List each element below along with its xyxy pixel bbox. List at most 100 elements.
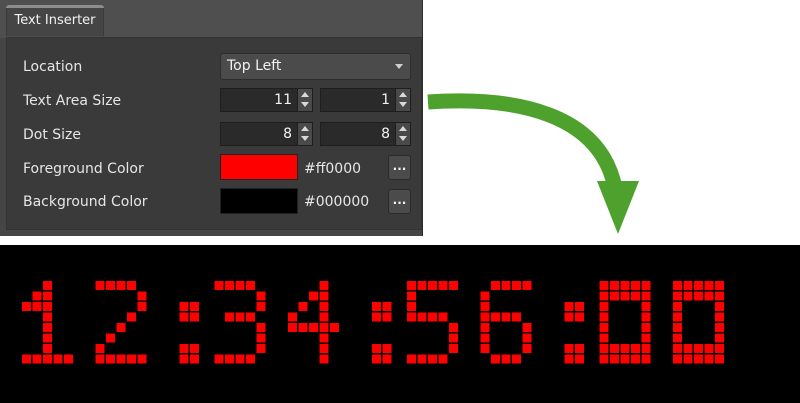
led-dot [449,344,458,353]
led-colon [372,302,392,364]
tab-text-inserter[interactable]: Text Inserter [6,5,104,36]
led-dot [704,354,714,364]
background-color-swatch[interactable] [220,188,298,214]
led-dot [438,281,448,290]
led-dot [715,312,724,322]
led-dot [683,281,693,290]
led-dot [43,281,52,290]
decrement-arrow-icon[interactable] [301,136,309,141]
led-dot [214,354,224,364]
led-dot [673,281,682,290]
led-dot [480,333,490,343]
led-dot [116,323,126,332]
led-dot [319,291,329,301]
led-dot [106,333,115,343]
led-dot [480,302,490,311]
decrement-arrow-icon[interactable] [399,136,407,141]
increment-arrow-icon[interactable] [399,126,407,131]
led-dot [575,354,584,364]
increment-arrow-icon[interactable] [301,92,309,97]
led-dot [127,312,136,322]
led-dot [715,291,724,301]
led-dot [564,344,574,353]
tab-bar: Text Inserter [0,0,422,38]
led-dot [407,281,416,290]
led-dot [179,344,189,353]
led-dot [449,333,458,343]
led-dot [382,312,392,322]
dot-height-value: 8 [381,126,390,142]
led-dot [214,281,224,290]
led-dot [599,291,609,301]
led-dot [641,333,651,343]
background-color-picker-button[interactable]: ... [388,189,411,214]
led-dot [620,354,630,364]
led-dot [372,354,381,364]
led-dot [512,354,521,364]
led-dot [32,302,42,311]
led-dot [673,333,682,343]
led-dot [704,291,714,301]
led-dot [106,354,115,364]
led-dot [522,281,532,290]
led-dot [575,312,584,322]
curved-arrow-down-icon [427,93,639,234]
text-area-width-spinbox[interactable]: 11 [220,88,313,112]
led-dot [491,281,500,290]
led-dot [704,344,714,353]
led-dot [428,354,437,364]
foreground-color-swatch[interactable] [220,154,298,180]
chevron-down-icon [395,64,403,69]
led-dot [683,291,693,301]
led-dot [564,312,574,322]
led-dot [137,302,147,311]
led-dot [641,302,651,311]
led-dot [512,281,521,290]
led-dot [225,312,234,322]
led-dot [246,281,255,290]
led-dot [319,323,329,332]
led-dot [43,323,52,332]
led-dot [704,281,714,290]
led-digit [480,281,532,364]
led-dot [407,354,416,364]
led-digit [407,281,458,364]
led-dot [417,312,427,322]
led-dot [683,344,693,353]
foreground-color-picker-button[interactable]: ... [388,155,411,180]
dot-height-spinbox[interactable]: 8 [320,122,411,146]
led-dot [288,323,297,332]
led-dot [610,291,619,301]
led-dot [694,344,703,353]
led-dot [599,354,609,364]
led-dot-matrix [22,281,724,364]
led-dot [673,354,682,364]
spin-arrows [297,123,312,145]
led-dot [43,333,52,343]
led-dot [491,354,500,364]
led-dot [256,291,266,301]
led-dot [480,323,490,332]
text-area-height-spinbox[interactable]: 1 [320,88,411,112]
led-dot [449,281,458,290]
led-dot [43,302,52,311]
dot-width-spinbox[interactable]: 8 [220,122,313,146]
increment-arrow-icon[interactable] [301,126,309,131]
led-dot [599,302,609,311]
led-dot [137,354,147,364]
decrement-arrow-icon[interactable] [301,102,309,107]
increment-arrow-icon[interactable] [399,92,407,97]
led-dot [491,312,500,322]
led-dot [288,312,297,322]
led-dot [22,302,31,311]
decrement-arrow-icon[interactable] [399,102,407,107]
led-dot [95,281,105,290]
led-dot [641,354,651,364]
led-dot [715,281,724,290]
led-dot [319,302,329,311]
text-inserter-panel: Text Inserter Location Top Left Text Are… [0,0,423,236]
location-select[interactable]: Top Left [220,53,411,80]
location-value: Top Left [227,58,282,74]
led-dot [32,354,42,364]
led-dot [715,323,724,332]
